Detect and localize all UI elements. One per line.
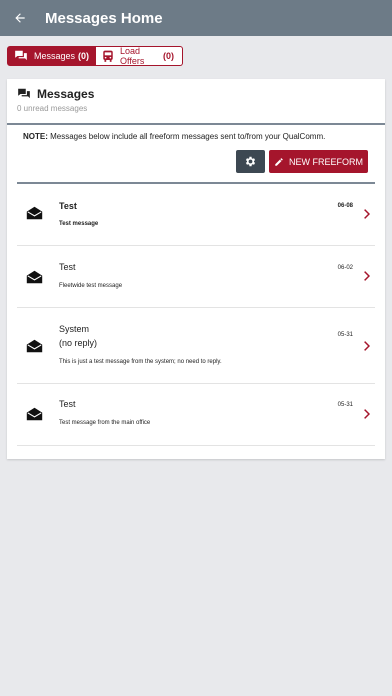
chevron-right-icon xyxy=(363,341,370,351)
message-date: 05-31 xyxy=(337,332,353,338)
message-subject-line2: (no reply) xyxy=(59,338,98,348)
tab-messages[interactable]: Messages (0) xyxy=(7,46,96,66)
messages-card: Messages 0 unread messages NOTE: Message… xyxy=(7,79,385,459)
app-bar: Messages Home xyxy=(0,0,392,36)
note-text: NOTE: Messages below include all freefor… xyxy=(7,125,385,150)
message-date: 06-08 xyxy=(337,203,353,209)
arrow-left-icon xyxy=(15,13,25,23)
gear-icon xyxy=(245,156,256,167)
message-row[interactable]: Test 06-08 Test message xyxy=(17,184,375,246)
tab-messages-count: (0) xyxy=(78,51,90,61)
chevron-right-icon xyxy=(363,271,370,281)
tab-messages-label: Messages xyxy=(34,51,76,61)
action-bar: NEW FREEFORM xyxy=(7,150,385,182)
tab-bar: Messages (0) Load Offers (0) xyxy=(7,46,183,66)
unread-count: 0 unread messages xyxy=(17,104,88,113)
pencil-icon xyxy=(274,157,284,167)
chat-bubbles-icon xyxy=(17,88,31,100)
new-freeform-label: NEW FREEFORM xyxy=(289,156,363,167)
card-title: Messages xyxy=(37,87,95,101)
tab-load-offers-count: (0) xyxy=(163,51,174,61)
page-title: Messages Home xyxy=(45,9,163,27)
card-header: Messages 0 unread messages xyxy=(7,79,385,125)
message-preview: Test message xyxy=(59,221,99,227)
envelope-open-icon xyxy=(26,270,43,284)
settings-button[interactable] xyxy=(236,150,265,173)
bus-icon xyxy=(102,50,114,63)
envelope-open-icon xyxy=(26,339,43,353)
tab-load-offers-label: Load Offers xyxy=(120,46,145,66)
message-list: Test 06-08 Test message Test 06-02 Fleet… xyxy=(17,182,375,446)
note-prefix: NOTE: xyxy=(23,132,48,141)
envelope-open-icon xyxy=(26,407,43,421)
message-row[interactable]: System (no reply) 05-31 This is just a t… xyxy=(17,308,375,384)
message-preview: Fleetwide test message xyxy=(59,283,123,289)
message-preview: This is just a test message from the sys… xyxy=(59,359,222,365)
note-body: Messages below include all freeform mess… xyxy=(47,132,326,141)
back-button[interactable] xyxy=(0,0,40,36)
message-subject: Test xyxy=(59,201,77,211)
tab-load-offers[interactable]: Load Offers (0) xyxy=(96,46,183,66)
new-freeform-button[interactable]: NEW FREEFORM xyxy=(269,150,368,173)
message-subject: System xyxy=(59,324,90,334)
message-row[interactable]: Test 06-02 Fleetwide test message xyxy=(17,246,375,308)
message-row[interactable]: Test 05-31 Test message from the main of… xyxy=(17,384,375,446)
message-preview: Test message from the main office xyxy=(59,420,151,426)
chevron-right-icon xyxy=(363,209,370,219)
chat-bubbles-icon xyxy=(14,50,28,62)
message-date: 05-31 xyxy=(337,402,353,408)
message-subject: Test xyxy=(59,399,76,409)
message-date: 06-02 xyxy=(337,265,353,271)
chevron-right-icon xyxy=(363,409,370,419)
envelope-open-icon xyxy=(26,206,43,220)
message-subject: Test xyxy=(59,262,76,272)
